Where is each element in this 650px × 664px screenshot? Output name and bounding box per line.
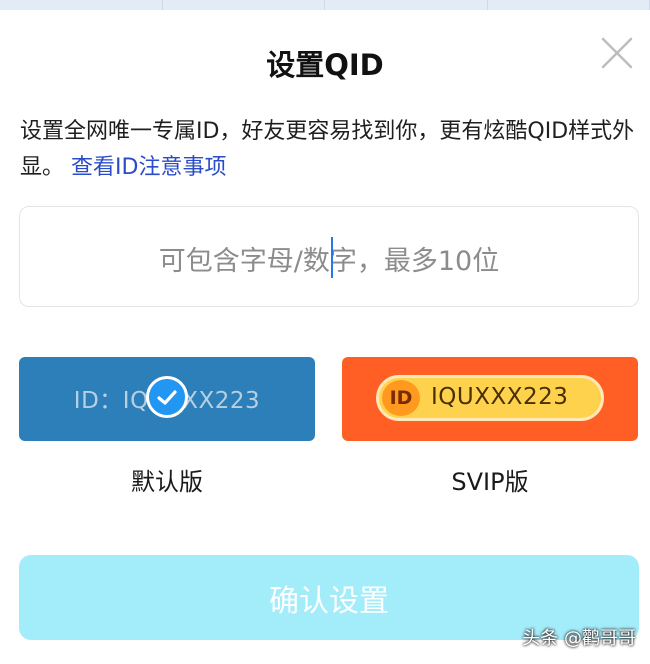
top-strip-segment: [163, 0, 325, 10]
svip-style-preview: IQUXXX223: [431, 384, 569, 410]
check-circle-icon: [146, 376, 188, 418]
top-strip-segment: [325, 0, 488, 10]
style-label-svip: SVIP版: [451, 468, 529, 496]
qid-input-placeholder: 可包含字母/数字，最多10位: [158, 246, 500, 277]
style-label-default: 默认版: [131, 468, 203, 496]
description: 设置全网唯一专属ID，好友更容易找到你，更有炫酷QID样式外显。 查看ID注意事…: [20, 114, 640, 186]
text-caret: [331, 237, 333, 278]
watermark: 头条 @鹳哥哥: [522, 628, 636, 649]
id-notice-link[interactable]: 查看ID注意事项: [71, 155, 226, 180]
close-icon[interactable]: [600, 36, 634, 70]
top-strip: [0, 0, 650, 10]
top-strip-segment: [488, 0, 650, 10]
style-option-svip[interactable]: ID IQUXXX223: [342, 357, 638, 441]
top-strip-segment: [0, 0, 163, 10]
id-logo-icon: ID: [382, 380, 420, 416]
qid-input[interactable]: 可包含字母/数字，最多10位: [19, 206, 639, 307]
dialog-title: 设置QID: [266, 48, 384, 82]
svip-id-badge: ID IQUXXX223: [376, 375, 604, 421]
